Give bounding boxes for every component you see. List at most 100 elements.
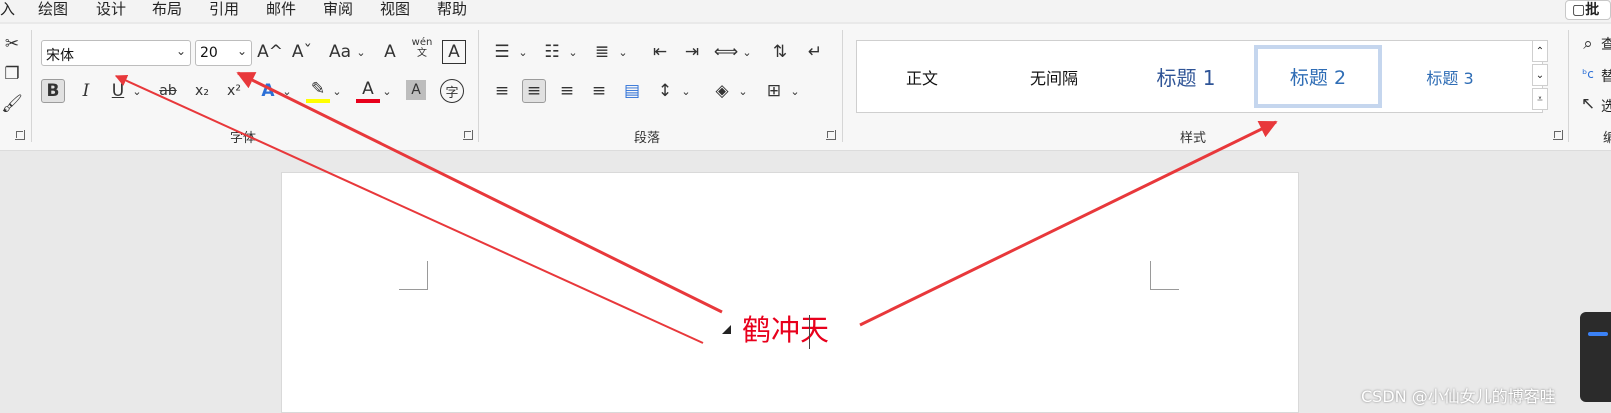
- chevron-down-icon: ⌄: [236, 44, 247, 58]
- decrease-indent-icon[interactable]: ⇤: [648, 40, 672, 64]
- character-border-icon[interactable]: A: [442, 40, 466, 64]
- replace-icon[interactable]: ᵇc: [1576, 62, 1600, 86]
- menu-draw[interactable]: 绘图: [38, 0, 68, 18]
- chevron-down-icon[interactable]: ⌄: [354, 40, 368, 64]
- comments-button[interactable]: ▢批: [1565, 0, 1611, 20]
- character-shading-icon[interactable]: A: [406, 80, 426, 100]
- chevron-down-icon[interactable]: ⌄: [616, 40, 630, 64]
- menu-layout[interactable]: 布局: [152, 0, 182, 18]
- borders-icon[interactable]: ⊞: [762, 79, 786, 103]
- margin-corner-left: [399, 261, 428, 290]
- sort-icon[interactable]: ⇅: [768, 40, 792, 64]
- format-painter-icon[interactable]: 🖌: [0, 92, 24, 116]
- menu-references[interactable]: 引用: [209, 0, 239, 18]
- divider: [842, 30, 843, 142]
- editing-group-label: 编: [1603, 131, 1611, 146]
- chevron-down-icon[interactable]: ⌄: [280, 79, 294, 103]
- numbering-icon[interactable]: ☷: [540, 40, 564, 64]
- font-size-combo[interactable]: 20 ⌄: [195, 40, 252, 66]
- menu-view[interactable]: 视图: [380, 0, 410, 18]
- phonetic-bottom: 文: [417, 48, 427, 59]
- chevron-up-icon[interactable]: ⌃: [1532, 40, 1548, 62]
- ribbon: ✂ ❐ 🖌 宋体 ⌄ 20 ⌄ A^ Aˇ Aa ⌄ A wén 文 A B I…: [0, 24, 1611, 151]
- align-center-icon[interactable]: ≡: [522, 79, 546, 103]
- text-effects-icon[interactable]: A: [256, 79, 280, 103]
- panel-indicator: [1588, 332, 1608, 336]
- font-name-value: 宋体: [46, 48, 74, 64]
- menu-bar: 入 绘图 设计 布局 引用 邮件 审阅 视图 帮助 ▢批: [0, 0, 1611, 22]
- styles-launcher-icon[interactable]: [1553, 130, 1563, 140]
- bold-button[interactable]: B: [41, 79, 65, 103]
- chevron-down-icon[interactable]: ⌄: [380, 79, 394, 103]
- margin-corner-right: [1150, 261, 1179, 290]
- style-heading-3[interactable]: 标题 3: [1386, 45, 1514, 108]
- menu-review[interactable]: 审阅: [323, 0, 353, 18]
- bullets-icon[interactable]: ☰: [490, 40, 514, 64]
- increase-indent-icon[interactable]: ⇥: [680, 40, 704, 64]
- font-size-value: 20: [200, 45, 218, 61]
- styles-group-label: 样式: [1180, 131, 1207, 146]
- find-icon[interactable]: ⌕: [1576, 32, 1600, 56]
- distributed-icon[interactable]: ▤: [620, 79, 644, 103]
- style-heading-2[interactable]: 标题 2: [1254, 45, 1382, 108]
- grow-font-icon[interactable]: A^: [257, 40, 283, 64]
- font-name-combo[interactable]: 宋体 ⌄: [41, 40, 191, 66]
- heading-text-part-1: 鹤冲: [742, 313, 801, 347]
- font-launcher-icon[interactable]: [463, 130, 473, 140]
- cut-icon[interactable]: ✂: [0, 32, 24, 56]
- enclose-characters-icon[interactable]: 字: [440, 79, 464, 103]
- subscript-button[interactable]: x₂: [190, 79, 214, 103]
- align-left-icon[interactable]: ≡: [490, 79, 514, 103]
- menu-insert[interactable]: 入: [0, 0, 15, 18]
- find-label[interactable]: 查: [1601, 34, 1611, 54]
- divider: [478, 30, 479, 142]
- strikethrough-button[interactable]: ab: [156, 79, 180, 103]
- highlighter-icon[interactable]: ✎: [306, 79, 330, 103]
- menu-design[interactable]: 设计: [96, 0, 126, 18]
- collapse-heading-icon[interactable]: [722, 325, 731, 334]
- chevron-down-icon[interactable]: ⌄: [788, 79, 802, 103]
- text-cursor: [809, 315, 810, 349]
- select-label[interactable]: 选: [1601, 96, 1611, 116]
- divider: [31, 30, 32, 142]
- text-direction-icon[interactable]: ⟺: [714, 40, 738, 64]
- divider: [1568, 30, 1569, 142]
- side-floating-panel[interactable]: [1580, 312, 1611, 402]
- document-page[interactable]: 鹤冲天: [281, 172, 1299, 413]
- chevron-down-icon[interactable]: ⌄: [679, 79, 693, 103]
- chevron-down-icon[interactable]: ⌄: [740, 40, 754, 64]
- superscript-button[interactable]: x²: [222, 79, 246, 103]
- chevron-down-icon[interactable]: ⌄: [736, 79, 750, 103]
- style-heading-1[interactable]: 标题 1: [1122, 45, 1250, 108]
- underline-button[interactable]: U: [106, 79, 130, 103]
- change-case-icon[interactable]: Aa: [325, 40, 355, 64]
- line-spacing-icon[interactable]: ↕: [653, 79, 677, 103]
- clear-formatting-icon[interactable]: A: [378, 40, 402, 64]
- style-normal[interactable]: 正文: [858, 45, 986, 108]
- replace-label[interactable]: 替: [1601, 66, 1611, 86]
- chevron-down-icon[interactable]: ⌄: [516, 40, 530, 64]
- align-right-icon[interactable]: ≡: [555, 79, 579, 103]
- chevron-down-icon[interactable]: ⌄: [130, 79, 144, 103]
- document-heading-text[interactable]: 鹤冲天: [742, 307, 829, 349]
- style-no-spacing[interactable]: 无间隔: [990, 45, 1118, 108]
- phonetic-guide-icon[interactable]: wén 文: [410, 36, 434, 60]
- select-pointer-icon[interactable]: ↖: [1576, 92, 1600, 116]
- chevron-down-icon[interactable]: ⌄: [566, 40, 580, 64]
- shading-icon[interactable]: ◈: [710, 79, 734, 103]
- multilevel-list-icon[interactable]: ≣: [590, 40, 614, 64]
- shrink-font-icon[interactable]: Aˇ: [290, 40, 314, 64]
- show-formatting-marks-icon[interactable]: ↵: [803, 40, 827, 64]
- copy-icon[interactable]: ❐: [0, 62, 24, 86]
- menu-mailings[interactable]: 邮件: [266, 0, 296, 18]
- font-color-icon[interactable]: A: [356, 79, 380, 103]
- menu-help[interactable]: 帮助: [437, 0, 467, 18]
- paragraph-launcher-icon[interactable]: [826, 130, 836, 140]
- gallery-more-icon[interactable]: ⩡: [1532, 88, 1548, 110]
- chevron-down-icon[interactable]: ⌄: [330, 79, 344, 103]
- italic-button[interactable]: I: [74, 79, 98, 103]
- chevron-down-icon[interactable]: ⌄: [1532, 64, 1548, 86]
- justify-icon[interactable]: ≡: [587, 79, 611, 103]
- clipboard-launcher-icon[interactable]: [15, 130, 25, 140]
- comments-label: 批: [1585, 2, 1600, 18]
